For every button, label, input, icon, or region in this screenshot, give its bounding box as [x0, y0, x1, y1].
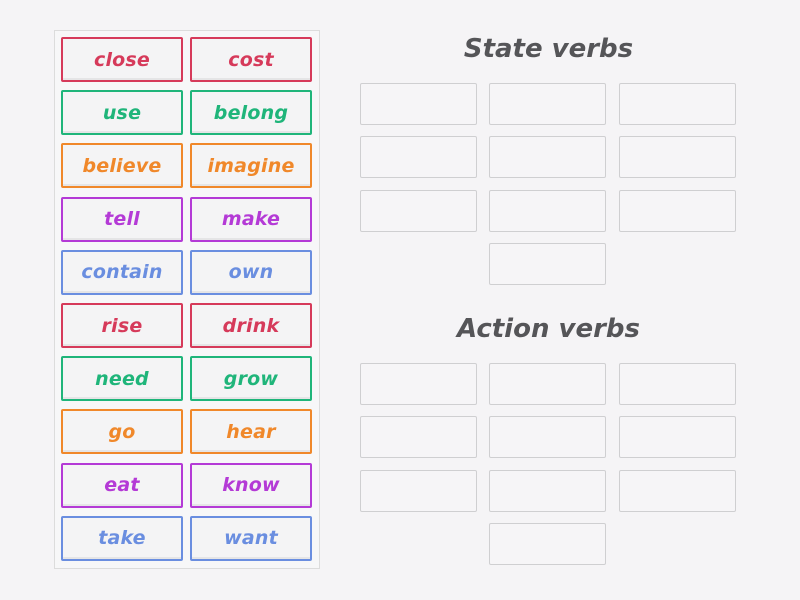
word-card-make[interactable]: make: [190, 196, 312, 242]
state-verbs-slot[interactable]: [360, 136, 477, 179]
word-card-contain[interactable]: contain: [61, 249, 183, 295]
action-verbs-slot[interactable]: [489, 469, 606, 512]
state-verbs-slot[interactable]: [619, 136, 736, 179]
action-verbs-slot[interactable]: [489, 522, 606, 565]
state-verbs-slot[interactable]: [619, 83, 736, 125]
action-verbs-slot[interactable]: [619, 363, 736, 405]
word-card-go[interactable]: go: [61, 409, 183, 455]
word-card-tell[interactable]: tell: [61, 196, 183, 242]
word-card-need[interactable]: need: [61, 356, 183, 402]
word-card-imagine[interactable]: imagine: [190, 143, 312, 189]
group-heading-action-verbs: Action verbs: [457, 314, 640, 344]
action-verbs-slot[interactable]: [360, 363, 477, 405]
action-verbs-slot[interactable]: [489, 363, 606, 405]
state-verbs-slot[interactable]: [489, 242, 606, 285]
word-card-take[interactable]: take: [61, 515, 183, 561]
word-card-drink[interactable]: drink: [190, 303, 312, 348]
word-card-cost[interactable]: cost: [190, 37, 312, 82]
action-verbs-slot[interactable]: [360, 469, 477, 512]
group-heading-state-verbs: State verbs: [463, 34, 634, 64]
word-card-want[interactable]: want: [190, 515, 312, 561]
word-card-know[interactable]: know: [190, 462, 312, 508]
state-verbs-slot[interactable]: [360, 189, 477, 232]
state-verbs-slot[interactable]: [619, 189, 736, 232]
word-card-belong[interactable]: belong: [190, 90, 312, 136]
action-verbs-slot[interactable]: [360, 416, 477, 459]
state-verbs-slot[interactable]: [489, 136, 606, 179]
action-verbs-slot[interactable]: [619, 469, 736, 512]
word-card-own[interactable]: own: [190, 249, 312, 295]
action-verbs-slot[interactable]: [619, 416, 736, 459]
word-bank: close cost use belong believe imagine tell make…: [54, 30, 320, 569]
word-card-eat[interactable]: eat: [61, 462, 183, 508]
state-verbs-slot[interactable]: [489, 189, 606, 232]
state-verbs-slot[interactable]: [489, 83, 606, 125]
word-card-grow[interactable]: grow: [190, 356, 312, 402]
state-verbs-slot[interactable]: [360, 83, 477, 125]
word-card-close[interactable]: close: [61, 37, 183, 82]
word-card-hear[interactable]: hear: [190, 409, 312, 455]
word-card-use[interactable]: use: [61, 90, 183, 136]
word-card-believe[interactable]: believe: [61, 143, 183, 189]
word-card-rise[interactable]: rise: [61, 303, 183, 348]
action-verbs-slot[interactable]: [489, 416, 606, 459]
